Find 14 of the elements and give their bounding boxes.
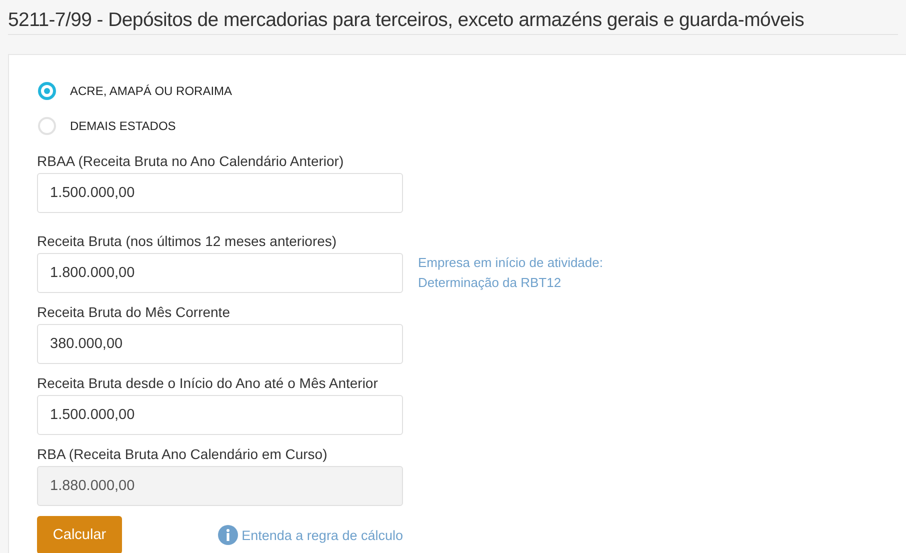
input-field[interactable]: 1.500.000,00 <box>37 173 403 213</box>
radio-button[interactable] <box>38 82 56 100</box>
info-icon <box>218 525 238 545</box>
field-label: Receita Bruta do Mês Corrente <box>37 304 231 321</box>
input-field[interactable]: 1.800.000,00 <box>37 253 403 293</box>
field-label: Receita Bruta desde o Início do Ano até o Mês Anterior <box>37 375 379 392</box>
page-title: 5211-7/99 - Depósitos de mercadorias para terceiros, exceto armazéns gerais e guarda-móveis <box>8 0 898 35</box>
input-field[interactable]: 1.500.000,00 <box>37 395 403 435</box>
field-label: Receita Bruta (nos últimos 12 meses anteriores) <box>37 233 338 250</box>
radio-label: ACRE, AMAPÁ OU RORAIMA <box>70 84 232 98</box>
field-label: RBA (Receita Bruta Ano Calendário em Curso) <box>37 446 328 463</box>
input-field[interactable]: 380.000,00 <box>37 324 403 364</box>
field-label: RBAA (Receita Bruta no Ano Calendário Anterior) <box>37 153 345 170</box>
radio-label: DEMAIS ESTADOS <box>70 118 176 132</box>
